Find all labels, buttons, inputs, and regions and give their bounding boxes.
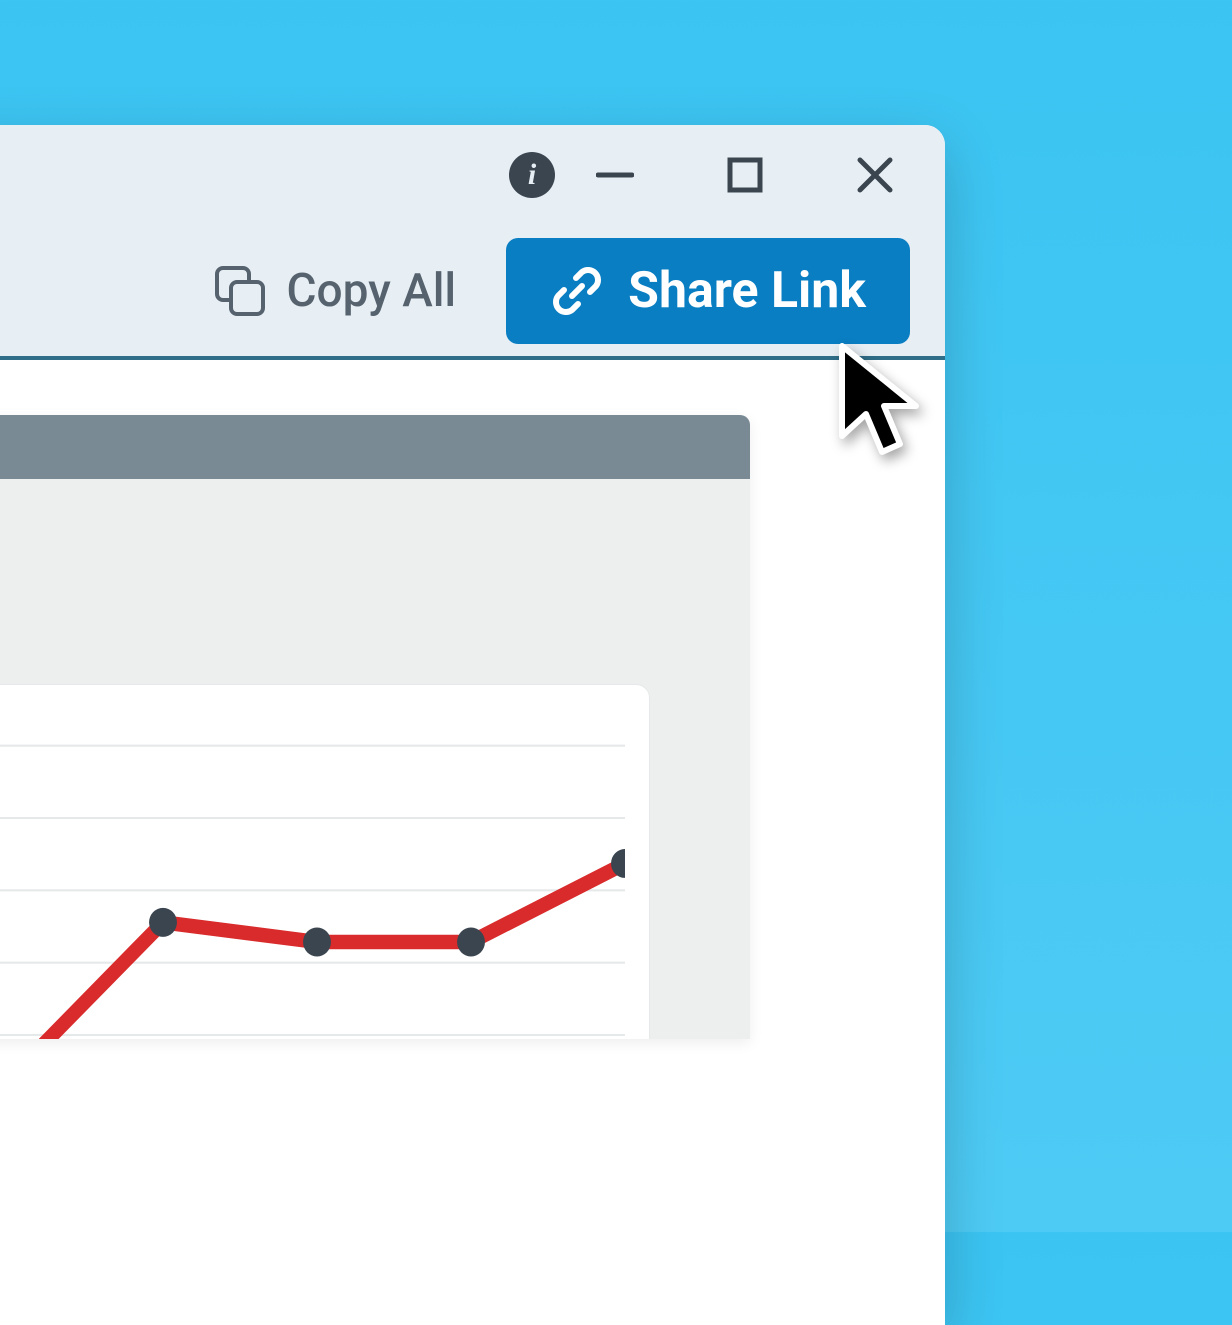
inner-panel-header — [0, 415, 750, 479]
titlebar: i — [0, 125, 945, 225]
minimize-icon — [596, 156, 634, 194]
chart-series-points — [0, 849, 625, 1039]
minimize-button[interactable] — [595, 155, 635, 195]
inner-panel — [0, 415, 750, 1039]
line-chart — [0, 725, 625, 1039]
copy-all-label: Copy All — [287, 264, 457, 318]
chart-point — [149, 908, 177, 937]
app-window: i Copy All Share Link — [0, 125, 945, 1325]
info-icon[interactable]: i — [509, 152, 555, 198]
toolbar: Copy All Share Link — [0, 225, 945, 360]
maximize-button[interactable] — [725, 155, 765, 195]
inner-panel-body — [0, 479, 750, 1039]
copy-icon — [213, 264, 267, 318]
close-icon — [855, 155, 895, 195]
chart-card — [0, 684, 650, 1039]
content-area — [0, 360, 945, 1039]
chart-point — [457, 928, 485, 957]
chart-point — [303, 928, 331, 957]
share-link-button[interactable]: Share Link — [506, 238, 910, 344]
link-icon — [550, 264, 604, 318]
copy-all-button[interactable]: Copy All — [203, 249, 467, 333]
close-button[interactable] — [855, 155, 895, 195]
maximize-icon — [727, 157, 763, 193]
share-link-label: Share Link — [628, 262, 866, 320]
